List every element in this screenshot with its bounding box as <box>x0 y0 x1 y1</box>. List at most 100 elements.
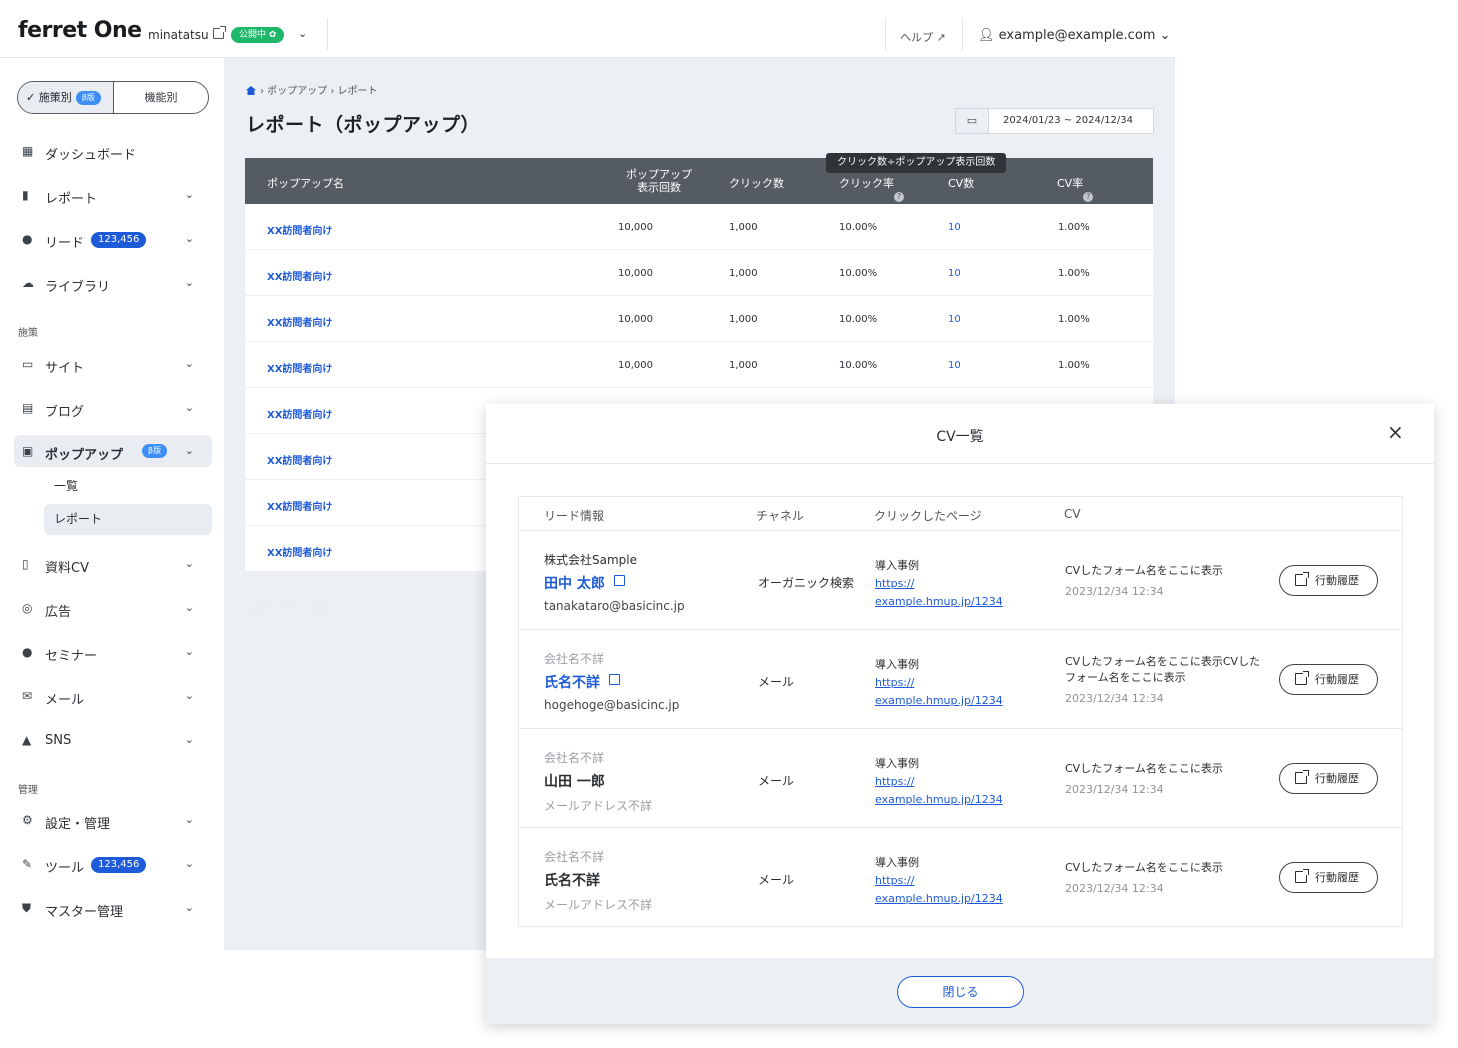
channel: オーガニック検索 <box>758 576 855 590</box>
section-label: 管理 <box>18 785 38 796</box>
table-header: ポップアップ名 ポップアップ 表示回数 クリック数 クリック率 ? CV数 CV率… <box>245 153 1153 204</box>
clicks-cell: 1,000 <box>729 360 758 371</box>
impressions-cell: 10,000 <box>618 314 653 325</box>
table-row: XX訪問者向け 10,000 1,000 10.00% 10 1.00% <box>245 342 1153 388</box>
help-icon[interactable]: ? <box>894 192 904 202</box>
breadcrumb-path[interactable]: › ポップアップ › レポート <box>260 86 378 97</box>
cv-count-link[interactable]: 10 <box>948 360 961 371</box>
user-icon: 👤︎ <box>978 28 999 43</box>
chevron-down-icon: ⌄ <box>184 188 194 201</box>
home-icon[interactable] <box>246 86 256 95</box>
popup-name-link[interactable]: XX訪問者向け <box>267 544 332 559</box>
close-icon[interactable]: × <box>1387 422 1404 442</box>
chevron-down-icon: ⌄ <box>184 401 194 414</box>
sidebar-item-settings[interactable]: ⚙ 設定・管理 ⌄ <box>14 804 212 836</box>
page-url-link[interactable]: https:// example.hmup.jp/1234 <box>875 674 1025 710</box>
sidebar-item-document-cv[interactable]: ▯ 資料CV ⌄ <box>14 548 212 580</box>
sidebar-item-library[interactable]: ☁ ライブラリ ⌄ <box>14 267 212 299</box>
help-icon[interactable]: ? <box>1083 192 1094 202</box>
lead-name-link[interactable]: 氏名不詳 <box>544 672 600 692</box>
sidebar-item-sns[interactable]: ▲ SNS ⌄ <box>14 724 212 756</box>
sidebar-item-seminar[interactable]: ● セミナー ⌄ <box>14 636 212 668</box>
button-label: 行動履歴 <box>1315 673 1359 686</box>
popup-name-link[interactable]: XX訪問者向け <box>267 406 332 421</box>
gear-icon: ⚙ <box>22 813 33 827</box>
sidebar-item-report[interactable]: ▮ レポート ⌄ <box>14 179 212 211</box>
sidebar-item-popup[interactable]: ▣ ポップアップ β版 ⌄ <box>14 435 212 467</box>
sidebar-item-label: セミナー <box>45 649 98 664</box>
external-link-icon[interactable] <box>609 674 620 685</box>
popup-name-link[interactable]: XX訪問者向け <box>267 498 332 513</box>
sidebar-subitem-report[interactable]: レポート <box>44 504 212 535</box>
popup-name-link[interactable]: XX訪問者向け <box>267 314 332 329</box>
chevron-down-icon[interactable]: ⌄ <box>298 27 307 40</box>
popup-name-link[interactable]: XX訪問者向け <box>267 268 332 283</box>
ctr-cell: 10.00% <box>839 360 878 371</box>
sidebar-item-blog[interactable]: ▤ ブログ ⌄ <box>14 392 212 424</box>
tab-by-function[interactable]: 機能別 <box>114 82 208 113</box>
popup-name-link[interactable]: XX訪問者向け <box>267 222 332 237</box>
sidebar-item-tools[interactable]: ✎ ツール 123,456 ⌄ <box>14 848 212 880</box>
sidebar-item-dashboard[interactable]: ▦ ダッシュボード <box>14 135 212 167</box>
impressions-cell: 10,000 <box>618 268 653 279</box>
date-range-value: 2024/01/23 ~ 2024/12/34 <box>1003 115 1134 126</box>
close-button[interactable]: 閉じる <box>897 976 1024 1008</box>
col-cv-rate: CV率 ? <box>1057 175 1094 202</box>
site-name[interactable]: minatatsu <box>148 28 209 42</box>
page-url-link[interactable]: https:// example.hmup.jp/1234 <box>875 575 1025 611</box>
modal-title: CV一覧 <box>936 429 984 445</box>
page-url-link[interactable]: https:// example.hmup.jp/1234 <box>875 773 1025 809</box>
wrench-icon: ✎ <box>22 857 33 871</box>
col-ctr-label: クリック率 <box>839 177 894 190</box>
sidebar-item-master[interactable]: ⛊ マスター管理 ⌄ <box>14 892 212 924</box>
activity-history-button[interactable]: 行動履歴 <box>1279 664 1378 695</box>
user-email: example@example.com <box>998 28 1156 43</box>
external-link-icon[interactable] <box>614 575 625 586</box>
col-lead-info: リード情報 <box>544 509 605 523</box>
impressions-cell: 10,000 <box>618 360 653 371</box>
section-label: 施策 <box>18 328 38 339</box>
chevron-down-icon: ⌄ <box>184 689 194 702</box>
cv-form-name: CVしたフォーム名をここに表示 <box>1065 861 1223 874</box>
page-title: 導入事例 <box>875 757 919 770</box>
company-name: 株式会社Sample <box>544 553 637 567</box>
clicks-cell: 1,000 <box>729 268 758 279</box>
mail-icon: ✉ <box>22 689 33 703</box>
sidebar-subitem-list[interactable]: 一覧 <box>44 471 212 502</box>
activity-history-button[interactable]: 行動履歴 <box>1279 862 1378 893</box>
button-label: 行動履歴 <box>1315 574 1359 587</box>
activity-history-button[interactable]: 行動履歴 <box>1279 565 1378 596</box>
logo[interactable]: ferret One <box>18 18 142 43</box>
sidebar-item-leads[interactable]: ● リード 123,456 ⌄ <box>14 223 212 255</box>
external-link-icon <box>1295 869 1309 883</box>
clicks-cell: 1,000 <box>729 222 758 233</box>
cv-count-link[interactable]: 10 <box>948 222 961 233</box>
chevron-down-icon: ⌄ <box>184 645 194 658</box>
tab-by-measure[interactable]: ✓ 施策別 β版 <box>18 82 114 113</box>
popup-name-link[interactable]: XX訪問者向け <box>267 452 332 467</box>
cv-count-link[interactable]: 10 <box>948 268 961 279</box>
cv-count-link[interactable]: 10 <box>948 314 961 325</box>
date-range-picker[interactable]: ▭ 2024/01/23 ~ 2024/12/34 <box>955 108 1154 134</box>
col-ctr: クリック率 ? <box>839 175 904 202</box>
lead-name-link[interactable]: 田中 太郎 <box>544 573 605 593</box>
help-link[interactable]: ヘルプ ↗ <box>900 29 946 45</box>
user-menu[interactable]: 👤︎ example@example.com ⌄ <box>978 28 1170 43</box>
col-cv: CV <box>1064 507 1081 521</box>
cv-form-name: CVしたフォーム名をここに表示 <box>1065 762 1223 775</box>
sidebar-item-site[interactable]: ▭ サイト ⌄ <box>14 348 212 380</box>
sidebar-item-mail[interactable]: ✉ メール ⌄ <box>14 680 212 712</box>
sidebar-item-label: ダッシュボード <box>45 148 137 163</box>
calendar-icon[interactable]: ▭ <box>956 109 989 133</box>
chevron-down-icon: ⌄ <box>184 276 194 289</box>
sidebar-item-ads[interactable]: ◎ 広告 ⌄ <box>14 592 212 624</box>
page-url-link[interactable]: https:// example.hmup.jp/1234 <box>875 872 1025 908</box>
beta-badge: β版 <box>75 91 101 105</box>
popup-name-link[interactable]: XX訪問者向け <box>267 360 332 375</box>
external-link-icon[interactable] <box>213 26 226 39</box>
activity-history-button[interactable]: 行動履歴 <box>1279 763 1378 794</box>
cloud-icon: ☁ <box>22 276 34 290</box>
modal-footer: 閉じる <box>486 958 1434 1024</box>
cv-rate-footnote: CV数÷クリック数 <box>245 602 328 613</box>
cv-table-header: リード情報 チャネル クリックしたページ CV <box>519 497 1402 531</box>
